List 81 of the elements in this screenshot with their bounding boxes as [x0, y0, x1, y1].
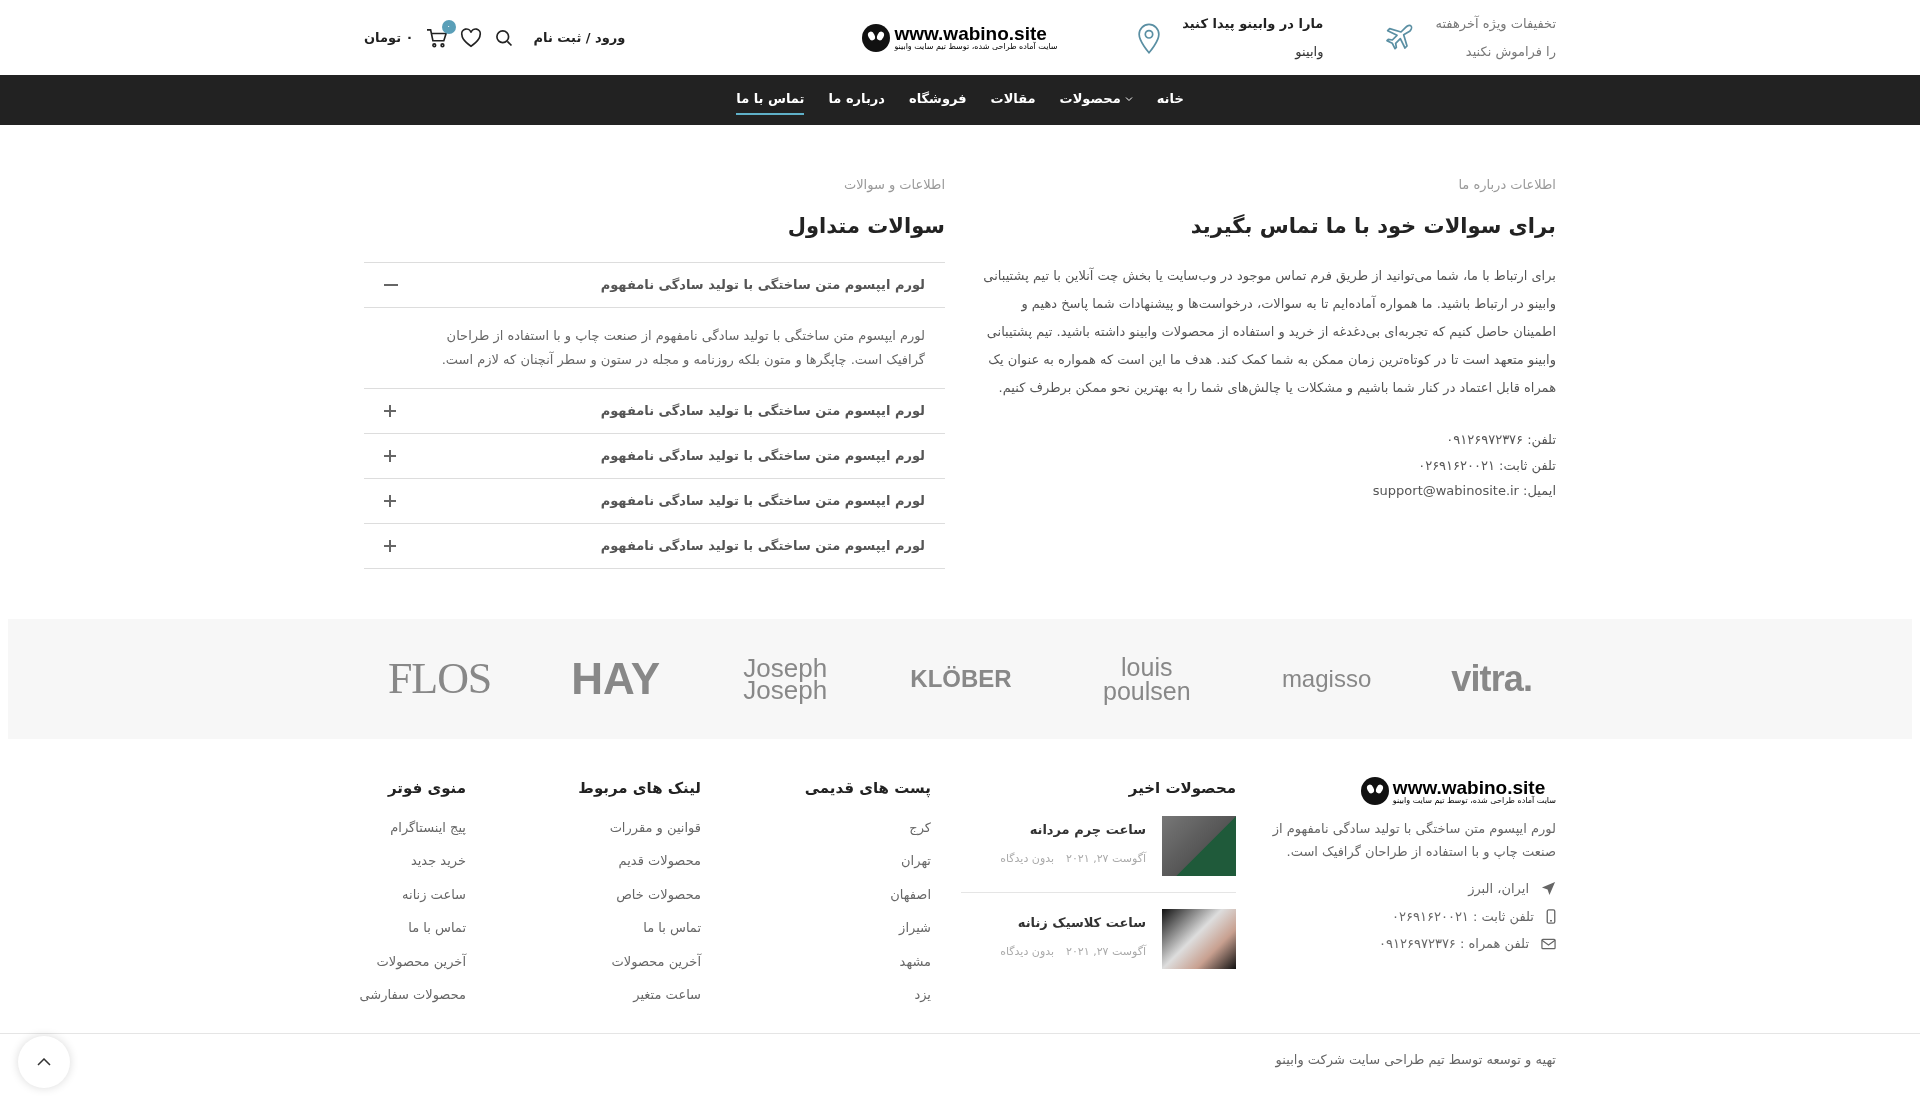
contact-paragraph: برای ارتباط با ما، شما می‌توانید از طریق فرم تماس موجود در وب‌سایت یا بخش چت آنلاین با تیم پشتیبانی وابینو در ارتباط باشید. ما همواره آماده‌ایم تا به سوالات، درخواست‌ها و پیشنهادات شما پاسخ دهیم و اطمینان حاصل کنیم که تجربه‌ای بی‌دغدغه از خرید و استفاده از محصولات وابینو داشته باشید. تیم پشتیبانی وابینو متعهد است تا در کوتاه‌ترین زمان ممکن به شما کمک کند. هدف ما این است که همواره به عنوان یک همراه قابل اعتماد در کنار شما باشیم و مشکلات یا چالش‌های شما را به بهترین نحو ممکن برطرف کنیم. — [982, 266, 1556, 398]
footer-contact-text: تلفن ثابت : ۰۲۶۹۱۶۲۰۰۲۱ — [1392, 907, 1534, 926]
footer-link[interactable]: محصولات خاص — [616, 884, 701, 904]
logo-text: www.wabino.site — [1392, 777, 1546, 797]
cart-total: ۰ تومان — [364, 28, 414, 47]
nav-link[interactable]: خانه — [1156, 85, 1184, 115]
copyright-text: تهیه و توسعه توسط تیم طراحی سایت شرکت وابینو — [1274, 1050, 1556, 1069]
cart-icon[interactable] — [425, 27, 448, 48]
product-date: آگوست ۲۷, ۲۰۲۱ — [1066, 851, 1146, 867]
footer-link[interactable]: تماس با ما — [408, 918, 466, 938]
footer-link[interactable]: آخرین محصولات — [611, 951, 701, 971]
logo-text: www.wabino.site — [894, 24, 1047, 43]
footer-about-text: لورم ایپسوم متن ساختگی با تولید سادگی نامفهوم از صنعت چاپ و با استفاده از طراحان گرافیک است. — [1271, 820, 1556, 862]
alien-logo-icon — [1360, 777, 1389, 805]
product-photo-placeholder[interactable] — [1162, 908, 1236, 969]
brand-logo[interactable]: magisso — [1281, 661, 1372, 697]
brand-logo[interactable]: HAY — [571, 646, 661, 712]
envelope-icon — [1541, 937, 1556, 950]
footer-link[interactable]: محصولات سفارشی — [359, 985, 466, 1005]
footer-link[interactable]: شیراز — [899, 918, 931, 938]
footer-column-title: محصولات اخیر — [1127, 778, 1236, 799]
contact-detail: تلفن ثابت: ۰۲۶۹۱۶۲۰۰۲۱ — [1417, 456, 1556, 475]
footer-column-title: منوی فوتر — [386, 778, 466, 799]
footer-contact-text: ایران، البرز — [1468, 880, 1529, 899]
logo-tagline: سایت آماده طراحی شده، توسط تیم سایت وابینو — [894, 43, 1058, 51]
faq-question[interactable]: لورم ایپسوم متن ساختگی با تولید سادگی نامفهوم — [364, 524, 945, 568]
footer-link[interactable]: قوانین و مقررات — [609, 817, 701, 837]
search-icon[interactable] — [493, 27, 514, 48]
product-title[interactable]: ساعت کلاسیک زنانه — [1000, 912, 1146, 932]
faq-question[interactable]: لورم ایپسوم متن ساختگی با تولید سادگی نامفهوم — [364, 263, 945, 307]
nav-link[interactable]: درباره ما — [828, 85, 885, 115]
heart-icon[interactable] — [459, 27, 482, 48]
mobile-phone-icon — [1546, 908, 1556, 924]
nav-link[interactable]: محصولات — [1059, 85, 1133, 115]
product-date: آگوست ۲۷, ۲۰۲۱ — [1066, 944, 1146, 960]
chevron-up-icon — [37, 1058, 51, 1066]
comment-count: بدون دیدگاه — [1000, 944, 1055, 960]
map-pin-icon — [1136, 21, 1163, 54]
contact-detail: تلفن: ۰۹۱۲۶۹۷۲۳۷۶ — [1445, 431, 1556, 450]
faq-question[interactable]: لورم ایپسوم متن ساختگی با تولید سادگی نامفهوم — [364, 434, 945, 478]
footer-link[interactable]: پیج اینستاگرام — [390, 817, 466, 837]
footer-link[interactable]: خرید جدید — [410, 851, 466, 871]
location-title: مارا در وابینو پیدا کنید — [1182, 15, 1324, 33]
product-title[interactable]: ساعت چرم مردانه — [1000, 819, 1146, 839]
footer-link[interactable]: تهران — [901, 851, 931, 871]
nav-link[interactable]: مقالات — [990, 85, 1036, 115]
nav-link[interactable]: فروشگاه — [909, 85, 967, 115]
comment-count: بدون دیدگاه — [1000, 851, 1055, 867]
promo-text: را فراموش نکنید — [1464, 42, 1556, 61]
section-heading: برای سوالات خود با ما تماس بگیرید — [1189, 212, 1556, 240]
footer-link[interactable]: محصولات قدیم — [618, 851, 701, 871]
footer-link[interactable]: ساعت متغیر — [633, 985, 701, 1005]
footer-link[interactable]: اصفهان — [890, 884, 931, 904]
section-eyebrow: اطلاعات درباره ما — [1457, 176, 1556, 194]
footer-link[interactable]: کرج — [909, 817, 931, 837]
section-eyebrow: اطلاعات و سوالات — [842, 176, 945, 195]
footer-link[interactable]: تماس با ما — [643, 918, 701, 938]
login-link[interactable]: ورود / ثبت نام — [533, 27, 626, 48]
nav-link[interactable]: تماس با ما — [736, 85, 805, 115]
faq-answer: لورم ایپسوم متن ساختگی با تولید سادگی نامفهوم از صنعت چاپ و با استفاده از طراحان گرافیک است. چاپگرها و متون بلکه روزنامه و مجله در ستون و سطر آنچنان که لازم است. — [440, 327, 925, 370]
brand-logo[interactable]: FLOS — [388, 646, 492, 712]
contact-detail: ایمیل: support@wabinosite.ir — [1371, 482, 1556, 500]
section-heading: سوالات متداول — [786, 212, 945, 240]
brand-logo[interactable]: louis poulsen — [1091, 655, 1202, 703]
footer-column-title: لینک های مربوط — [577, 778, 701, 799]
promo-text: تخفیفات ویژه آخرهفته — [1435, 14, 1556, 34]
chevron-down-icon — [1124, 96, 1133, 102]
footer-contact-text: تلفن همراه : ۰۹۱۲۶۹۷۲۳۷۶ — [1379, 935, 1529, 954]
alien-logo-icon — [862, 23, 891, 52]
navigation-arrow-icon — [1541, 881, 1556, 897]
footer-link[interactable]: مشهد — [899, 951, 931, 971]
faq-question[interactable]: لورم ایپسوم متن ساختگی با تولید سادگی نامفهوم — [364, 479, 945, 523]
footer-column-title: پست های قدیمی — [803, 778, 931, 800]
brand-logo[interactable]: vitra. — [1451, 652, 1532, 706]
location-text: وابینو — [1293, 42, 1324, 61]
brand-logo[interactable]: KLÖBER — [910, 661, 1012, 697]
faq-question[interactable]: لورم ایپسوم متن ساختگی با تولید سادگی نامفهوم — [364, 389, 945, 433]
footer-link[interactable]: یزد — [914, 985, 931, 1005]
footer-link[interactable]: آخرین محصولات — [376, 951, 466, 971]
footer-link[interactable]: ساعت زنانه — [402, 884, 466, 904]
cart-badge: ۰ — [441, 19, 456, 34]
